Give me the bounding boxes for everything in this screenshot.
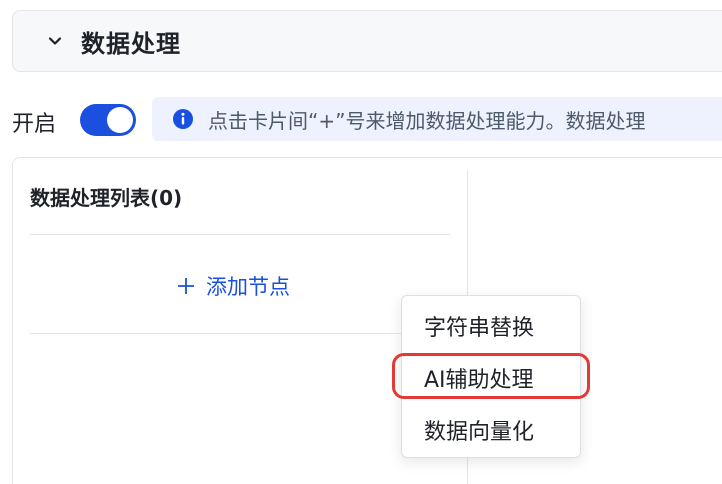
toggle-knob [107, 107, 133, 133]
data-processing-page: 数据处理 开启 点击卡片间“+”号来增加数据处理能力。数据处理 数据处理列表(0… [0, 0, 722, 484]
toggle-label: 开启 [12, 112, 57, 137]
add-node-button[interactable]: 添加节点 [176, 271, 290, 301]
menu-item-ai-assist[interactable]: AI辅助处理 [424, 362, 534, 394]
section-header[interactable]: 数据处理 [12, 10, 722, 72]
divider [30, 234, 450, 235]
plus-icon [178, 278, 194, 294]
enable-toggle[interactable] [80, 104, 136, 136]
info-icon [173, 109, 193, 129]
divider [30, 333, 450, 334]
node-type-dropdown: 字符串替换 AI辅助处理 数据向量化 [401, 295, 581, 458]
menu-item-string-replace[interactable]: 字符串替换 [424, 310, 534, 342]
section-title: 数据处理 [81, 29, 181, 58]
menu-item-vectorize[interactable]: 数据向量化 [424, 414, 534, 446]
chevron-down-icon[interactable] [37, 23, 73, 59]
info-text: 点击卡片间“+”号来增加数据处理能力。数据处理 [208, 108, 646, 133]
add-node-label: 添加节点 [206, 275, 290, 299]
list-title: 数据处理列表(0) [30, 186, 183, 210]
info-banner: 点击卡片间“+”号来增加数据处理能力。数据处理 [152, 97, 722, 141]
